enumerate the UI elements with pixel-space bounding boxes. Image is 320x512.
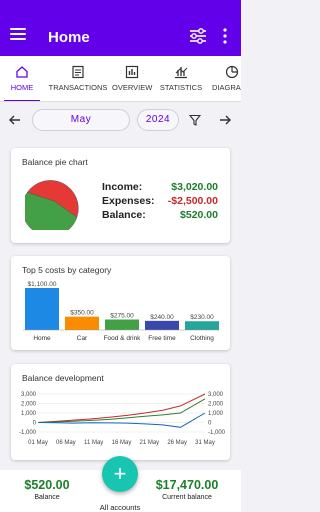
y-tick-label: 1,000 <box>21 411 37 417</box>
y-tick-label: 0 <box>33 421 37 427</box>
more-options-icon[interactable] <box>222 28 228 44</box>
bar <box>65 316 99 330</box>
tab-label: TRANSACTIONS <box>48 83 108 92</box>
period-selector: May 2024 <box>0 102 241 138</box>
add-transaction-button[interactable]: + <box>102 456 138 492</box>
series-line <box>37 412 206 428</box>
y-tick-label: 2,000 <box>21 402 37 408</box>
tab-home[interactable]: HOME <box>0 56 44 101</box>
arrow-left-icon[interactable] <box>8 113 22 127</box>
home-icon <box>16 66 28 78</box>
bar <box>185 321 219 330</box>
bar-value-label: $230.00 <box>190 314 214 321</box>
filter-icon[interactable] <box>189 114 201 126</box>
balance-value: $520.00 <box>180 209 218 221</box>
bar <box>105 319 139 330</box>
all-accounts-label[interactable]: All accounts <box>80 503 160 512</box>
balance-amount: $520.00 <box>24 478 70 492</box>
card-title: Top 5 costs by category <box>22 265 112 275</box>
balance-label: Balance: <box>102 209 146 221</box>
balance-development-line-chart: 3,000 3,000 2,000 2,000 1,000 1,000 0 0 -1,000 -1… <box>19 392 226 446</box>
tab-overview[interactable]: OVERVIEW <box>112 56 153 101</box>
bar-category-label: Food & drink <box>104 335 142 342</box>
tab-bar: HOME TRANSACTIONS OVERVIEW STATISTICS DI… <box>0 56 241 102</box>
arrow-right-icon[interactable] <box>218 113 232 127</box>
series-line <box>37 398 206 423</box>
card-title: Balance development <box>22 373 104 383</box>
balance-amount-label: Balance <box>34 494 60 501</box>
tune-icon[interactable] <box>189 28 207 44</box>
y-tick-label-right: -1,000 <box>208 430 226 436</box>
x-tick-label: 06 May <box>56 440 76 446</box>
card-title: Balance pie chart <box>22 157 88 167</box>
plus-icon: + <box>113 461 127 486</box>
year-selector[interactable]: 2024 <box>137 109 179 131</box>
expenses-value: -$2,500.00 <box>167 195 218 207</box>
balance-pie-chart <box>25 180 79 230</box>
y-tick-label: -1,000 <box>19 430 37 436</box>
y-tick-label-right: 0 <box>208 421 212 427</box>
y-tick-label: 3,000 <box>21 392 37 398</box>
bar-value-label: $350.00 <box>70 310 94 317</box>
document-icon <box>72 65 84 79</box>
statistics-icon <box>174 67 188 79</box>
top-costs-card[interactable]: Top 5 costs by category $1,100.00 Home $35… <box>11 256 230 350</box>
tab-label: DIAGRAMS <box>211 83 241 92</box>
menu-icon[interactable] <box>10 28 28 42</box>
top-costs-bar-chart: $1,100.00 Home $350.00 Car $275.00 Food & dri… <box>23 281 219 342</box>
tab-diagrams[interactable]: DIAGRAMS <box>208 56 241 101</box>
x-tick-label: 11 May <box>84 440 103 446</box>
bar-category-label: Clothing <box>190 335 214 342</box>
app-bar: Home <box>0 0 241 56</box>
y-tick-label-right: 3,000 <box>208 392 224 398</box>
bar-value-label: $275.00 <box>110 313 134 320</box>
x-tick-label: 21 May <box>139 440 159 446</box>
balance-pie-card[interactable]: Balance pie chart Income: $3,020.00 Expe… <box>11 148 230 243</box>
y-tick-label-right: 1,000 <box>208 411 224 417</box>
y-tick-label-right: 2,000 <box>208 402 224 408</box>
balance-development-card[interactable]: Balance development 3,000 3,000 2,000 2,000… <box>11 364 230 460</box>
bar-value-label: $1,100.00 <box>28 281 57 288</box>
tab-label: OVERVIEW <box>112 83 153 92</box>
bar-category-label: Free time <box>148 335 176 342</box>
income-label: Income: <box>102 181 143 193</box>
pie-icon <box>225 65 239 79</box>
bar <box>145 320 179 330</box>
tab-label: HOME <box>10 83 34 92</box>
expenses-label: Expenses: <box>102 195 155 207</box>
income-value: $3,020.00 <box>171 181 218 193</box>
x-tick-label: 01 May <box>28 440 48 446</box>
bar-category-label: Car <box>77 335 88 342</box>
tab-transactions[interactable]: TRANSACTIONS <box>47 56 109 101</box>
current-balance-label: Current balance <box>162 494 212 501</box>
month-selector[interactable]: May <box>32 109 130 131</box>
page-title: Home <box>48 29 90 46</box>
x-tick-label: 26 May <box>167 440 187 446</box>
current-balance-amount: $17,470.00 <box>155 478 219 492</box>
bar <box>25 288 59 330</box>
bar-chart-icon <box>125 65 139 79</box>
tab-statistics[interactable]: STATISTICS <box>156 56 206 101</box>
x-tick-label: 16 May <box>112 440 132 446</box>
bar-value-label: $240.00 <box>150 314 174 321</box>
bar-category-label: Home <box>33 335 51 342</box>
x-tick-label: 31 May <box>195 440 215 446</box>
tab-label: STATISTICS <box>159 83 203 92</box>
